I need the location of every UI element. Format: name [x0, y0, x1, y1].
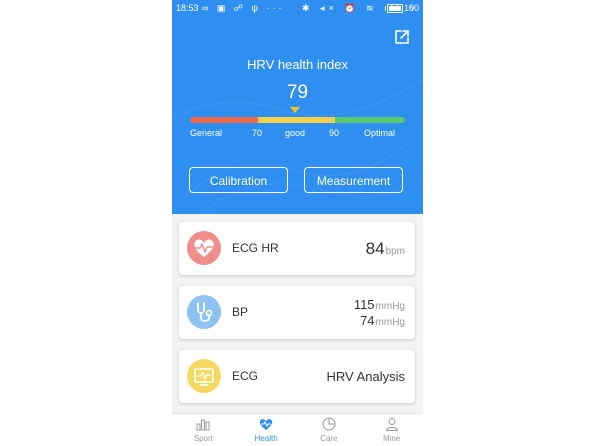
scale-segment-0 [190, 117, 258, 123]
ecg-hr-card[interactable]: ECG HR 84bpm [179, 222, 415, 275]
bp-label: BP [232, 305, 249, 319]
tab-sport[interactable]: Sport [172, 414, 235, 446]
scale-label-optimal: Optimal [364, 128, 396, 138]
diastolic-unit: mmHg [375, 317, 405, 328]
ecg-label: ECG [232, 369, 259, 383]
battery-icon [387, 4, 403, 13]
bp-card[interactable]: BP 115mmHg 74mmHg [179, 286, 415, 339]
tab-sport-label: Sport [193, 434, 213, 443]
scale-label-70: 70 [252, 128, 263, 138]
app-screen: 18:53 ∞ ▣ ☍ ψ ··· ✱ ◂× ⏰ ≋ ıll ϟ 100 HRV… [172, 0, 423, 446]
page-title: HRV health index [247, 57, 348, 72]
diastolic-value: 74 [360, 313, 375, 328]
tab-care-label: Care [320, 434, 338, 443]
scale-label-general: General [190, 128, 223, 138]
status-left-icons: ∞ ▣ ☍ ψ ··· [202, 3, 285, 13]
tab-mine[interactable]: Mine [360, 414, 423, 446]
tab-care[interactable]: Care [298, 414, 361, 446]
scale-label-90: 90 [329, 128, 340, 138]
share-button[interactable] [393, 28, 411, 46]
heart-pulse-icon [187, 231, 221, 265]
calibration-button[interactable]: Calibration [189, 167, 288, 193]
status-time: 18:53 [176, 3, 199, 13]
systolic-unit: mmHg [375, 301, 405, 312]
hrv-score: 79 [286, 82, 309, 103]
scale-segment-2 [335, 117, 405, 123]
ecg-hr-value: 84bpm [366, 222, 405, 275]
battery-level: 100 [404, 3, 420, 13]
hrv-analysis-text: HRV Analysis [326, 369, 405, 384]
status-bar: 18:53 ∞ ▣ ☍ ψ ··· ✱ ◂× ⏰ ≋ ıll ϟ 100 [172, 0, 423, 16]
heart-rate-unit: bpm [385, 246, 405, 257]
diastolic-row: 74mmHg [354, 314, 405, 330]
bp-values: 115mmHg 74mmHg [354, 286, 405, 339]
ecg-hr-label: ECG HR [232, 241, 279, 255]
monitor-ecg-icon [187, 359, 221, 393]
user-icon [385, 418, 398, 431]
heart-rate-value: 84 [365, 239, 385, 258]
share-icon [395, 30, 409, 44]
hrv-header: 18:53 ∞ ▣ ☍ ψ ··· ✱ ◂× ⏰ ≋ ıll ϟ 100 HRV… [172, 0, 423, 214]
heart-pulse-icon [259, 419, 273, 430]
hrv-scale-bar [190, 117, 405, 123]
systolic-row: 115mmHg [354, 298, 405, 314]
scale-segment-1 [258, 117, 335, 123]
tab-health[interactable]: Health [235, 414, 298, 446]
pie-chart-icon [322, 417, 336, 431]
tab-mine-label: Mine [382, 434, 401, 443]
measurement-button[interactable]: Measurement [304, 167, 403, 193]
score-marker [290, 107, 301, 113]
tab-health-label: Health [254, 434, 278, 443]
hrv-analysis-link[interactable]: HRV Analysis [326, 350, 405, 403]
systolic-value: 115 [353, 297, 375, 312]
stethoscope-icon [187, 295, 221, 329]
bottom-tab-bar: Sport Health Care Mine [172, 413, 423, 446]
ecg-card[interactable]: ECG HRV Analysis [179, 350, 415, 403]
scale-labels: General 70 good 90 Optimal [190, 128, 405, 140]
bar-chart-icon [196, 419, 210, 431]
scale-label-good: good [285, 128, 306, 138]
